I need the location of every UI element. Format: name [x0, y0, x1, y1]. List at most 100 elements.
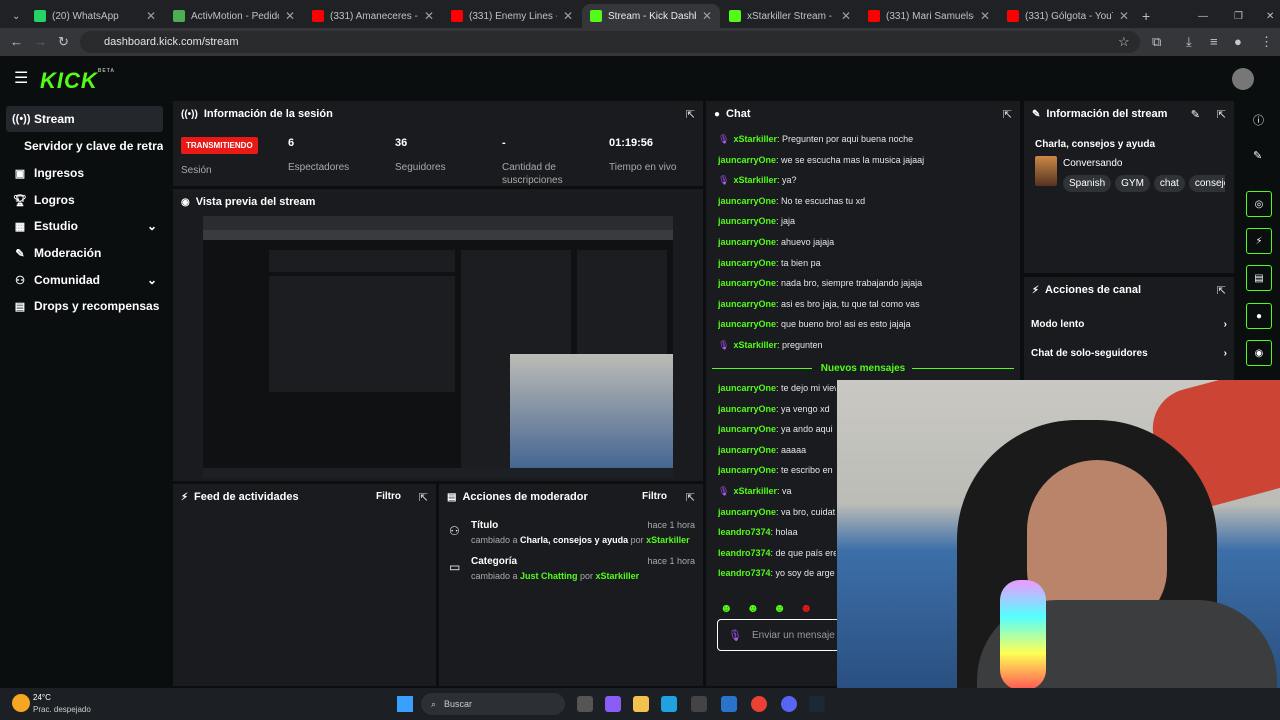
discord-icon[interactable]	[781, 696, 797, 712]
browser-tab[interactable]: (331) Amaneceres - YouTu ✕	[304, 4, 442, 28]
chat-username[interactable]: xStarkiller	[733, 134, 777, 144]
extensions-icon[interactable]: ⧉	[1152, 34, 1161, 50]
chat-username[interactable]: jauncarryOne	[718, 465, 776, 475]
filter-button[interactable]: Filtro	[376, 491, 401, 502]
kebab-menu-icon[interactable]: ⋮	[1260, 34, 1273, 50]
back-arrow-icon[interactable]: ←	[10, 34, 23, 49]
rail-button-clip[interactable]: ◎	[1246, 191, 1272, 217]
edit-pencil-icon[interactable]: ✎	[1253, 149, 1262, 162]
popout-icon[interactable]: ⇱	[686, 108, 695, 121]
edge-icon[interactable]	[661, 696, 677, 712]
edit-pencil-icon[interactable]: ✎	[1191, 108, 1200, 121]
url-field[interactable]: dashboard.kick.com/stream	[80, 31, 1140, 53]
windows-start-icon[interactable]	[397, 696, 413, 712]
store-icon[interactable]	[691, 696, 707, 712]
bookmark-star-icon[interactable]: ☆	[1118, 34, 1130, 50]
close-tab-icon[interactable]: ✕	[1119, 9, 1129, 23]
close-tab-icon[interactable]: ✕	[563, 9, 573, 23]
new-tab-button[interactable]: +	[1134, 4, 1154, 28]
close-tab-icon[interactable]: ✕	[285, 9, 295, 23]
browser-tab[interactable]: xStarkiller Stream - Watc ✕	[721, 4, 859, 28]
rail-button-notes[interactable]: ▤	[1246, 265, 1272, 291]
tag-pill[interactable]: Spanish	[1063, 175, 1112, 192]
emote-icon[interactable]: ☻	[720, 601, 733, 615]
sidebar-item-stream-key[interactable]: Servidor y clave de retransmisión	[6, 133, 163, 159]
chat-username[interactable]: xStarkiller	[733, 486, 777, 496]
chat-username[interactable]: jauncarryOne	[718, 319, 776, 329]
chat-username[interactable]: xStarkiller	[733, 175, 777, 185]
file-explorer-icon[interactable]	[633, 696, 649, 712]
maximize-button[interactable]: ❐	[1226, 4, 1246, 28]
chat-username[interactable]: xStarkiller	[733, 340, 777, 350]
tag-pill[interactable]: chat	[1153, 175, 1185, 192]
browser-tab[interactable]: (331) Enemy Lines - Yo ✕	[443, 4, 581, 28]
browser-tab[interactable]: ActivMotion - Pedidos - Si ✕	[165, 4, 303, 28]
chrome-icon[interactable]	[751, 696, 767, 712]
close-tab-icon[interactable]: ✕	[424, 9, 434, 23]
hamburger-menu-icon[interactable]: ☰	[14, 68, 28, 88]
kick-logo[interactable]: KICKBETA	[40, 68, 115, 94]
popout-icon[interactable]: ⇱	[419, 491, 428, 504]
user-avatar[interactable]	[1232, 68, 1254, 90]
chat-username[interactable]: jauncarryOne	[718, 196, 776, 206]
chat-username[interactable]: jauncarryOne	[718, 278, 776, 288]
emote-icon[interactable]: ☻	[747, 601, 760, 615]
chat-username[interactable]: jauncarryOne	[718, 424, 776, 434]
chat-username[interactable]: jauncarryOne	[718, 299, 776, 309]
rail-button-chat[interactable]: ●	[1246, 303, 1272, 329]
popout-icon[interactable]: ⇱	[1003, 108, 1012, 121]
slow-mode-action[interactable]: Modo lento ›	[1031, 319, 1227, 330]
media-control-icon[interactable]: ≡	[1210, 34, 1218, 49]
sidebar-item-estudio[interactable]: ▦ Estudio ⌄	[6, 213, 163, 239]
browser-tab[interactable]: (331) Mari Samuelsen – M ✕	[860, 4, 998, 28]
sidebar-item-drops[interactable]: ▤ Drops y recompensas	[6, 293, 163, 319]
emote-icon[interactable]: ☻	[773, 601, 786, 615]
close-tab-icon[interactable]: ✕	[841, 9, 851, 23]
browser-tab[interactable]: Stream - Kick Dashbo ✕	[582, 4, 720, 28]
weather-desc[interactable]: Prac. despejado	[33, 705, 91, 714]
task-view-icon[interactable]	[577, 696, 593, 712]
stream-preview-video[interactable]	[203, 216, 673, 478]
info-icon[interactable]: ⓘ	[1253, 112, 1264, 128]
download-icon[interactable]: ⤓	[1186, 34, 1192, 50]
chat-username[interactable]: leandro7374	[718, 548, 771, 558]
chat-username[interactable]: leandro7374	[718, 527, 771, 537]
chat-username[interactable]: jauncarryOne	[718, 383, 776, 393]
reload-icon[interactable]: ↻	[58, 34, 69, 50]
close-window-button[interactable]: ✕	[1258, 4, 1278, 28]
chat-username[interactable]: jauncarryOne	[718, 445, 776, 455]
forward-arrow-icon[interactable]: →	[34, 34, 47, 49]
sidebar-item-moderacion[interactable]: ✎ Moderación	[6, 240, 163, 266]
rail-button-flash[interactable]: ⚡︎	[1246, 228, 1272, 254]
close-tab-icon[interactable]: ✕	[146, 9, 156, 23]
sidebar-item-logros[interactable]: 🏆︎ Logros	[6, 187, 163, 213]
chat-username[interactable]: jauncarryOne	[718, 216, 776, 226]
profile-avatar[interactable]: ●	[1234, 34, 1242, 49]
chat-username[interactable]: jauncarryOne	[718, 507, 776, 517]
chat-username[interactable]: jauncarryOne	[718, 404, 776, 414]
copilot-icon[interactable]	[605, 696, 621, 712]
weather-temp[interactable]: 24°C	[33, 693, 51, 702]
sidebar-item-ingresos[interactable]: ▣ Ingresos	[6, 160, 163, 186]
tag-pill[interactable]: GYM	[1115, 175, 1150, 192]
emote-icon[interactable]: ☻	[800, 601, 813, 615]
popout-icon[interactable]: ⇱	[686, 491, 695, 504]
mail-icon[interactable]	[721, 696, 737, 712]
browser-tab[interactable]: (331) Gólgota - YouTube ✕	[999, 4, 1137, 28]
minimize-button[interactable]: —	[1190, 4, 1210, 28]
taskbar-search[interactable]: ⌕ Buscar	[421, 693, 565, 715]
stream-category[interactable]: Conversando	[1063, 158, 1122, 169]
chat-username[interactable]: jauncarryOne	[718, 258, 776, 268]
close-tab-icon[interactable]: ✕	[980, 9, 990, 23]
followers-only-action[interactable]: Chat de solo-seguidores ›	[1031, 348, 1227, 359]
rail-button-broadcast[interactable]: ◉	[1246, 340, 1272, 366]
popout-icon[interactable]: ⇱	[1217, 284, 1226, 297]
sidebar-item-stream[interactable]: ((•)) Stream	[6, 106, 163, 132]
chat-username[interactable]: jauncarryOne	[718, 155, 776, 165]
tag-pill[interactable]: consejos	[1188, 175, 1225, 192]
sidebar-item-comunidad[interactable]: ⚇ Comunidad ⌄	[6, 267, 163, 293]
steam-icon[interactable]	[809, 696, 825, 712]
detail-value[interactable]: Just Chatting	[520, 571, 578, 581]
detail-user[interactable]: xStarkiller	[596, 571, 640, 581]
tab-list-button[interactable]: ⌄	[4, 4, 26, 28]
